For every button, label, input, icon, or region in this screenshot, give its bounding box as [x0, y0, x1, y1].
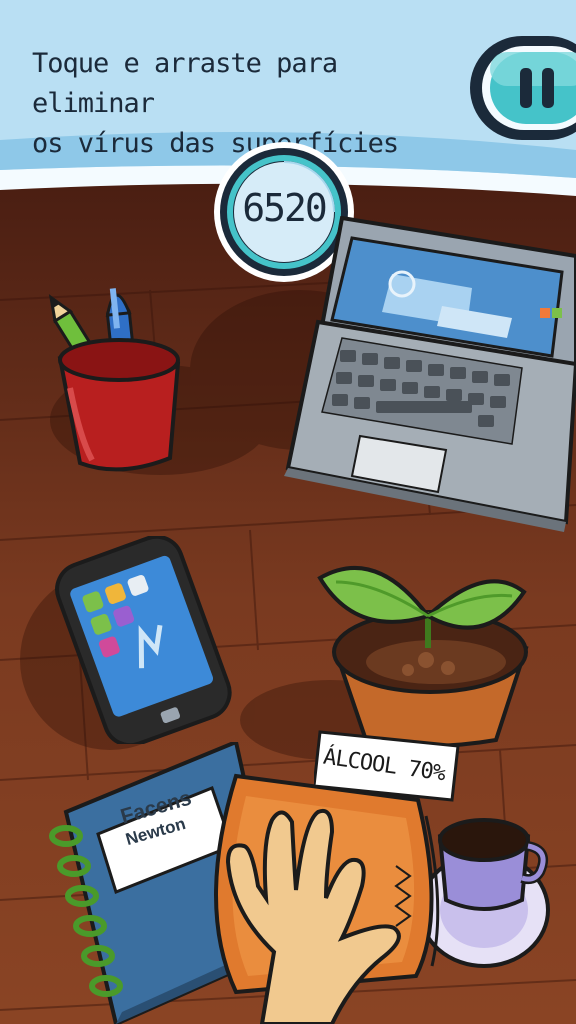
- game-stage[interactable]: Toque e arraste para eliminar os vírus d…: [0, 0, 576, 1024]
- laptop[interactable]: [282, 216, 576, 532]
- pencil-cup[interactable]: [40, 278, 200, 478]
- smartphone[interactable]: [48, 536, 238, 744]
- hand-icon: [225, 809, 401, 1024]
- pause-button[interactable]: [470, 30, 576, 146]
- potted-plant[interactable]: [316, 552, 542, 748]
- pause-icon: [470, 36, 576, 140]
- instruction-line-1: Toque e arraste para eliminar: [32, 48, 338, 119]
